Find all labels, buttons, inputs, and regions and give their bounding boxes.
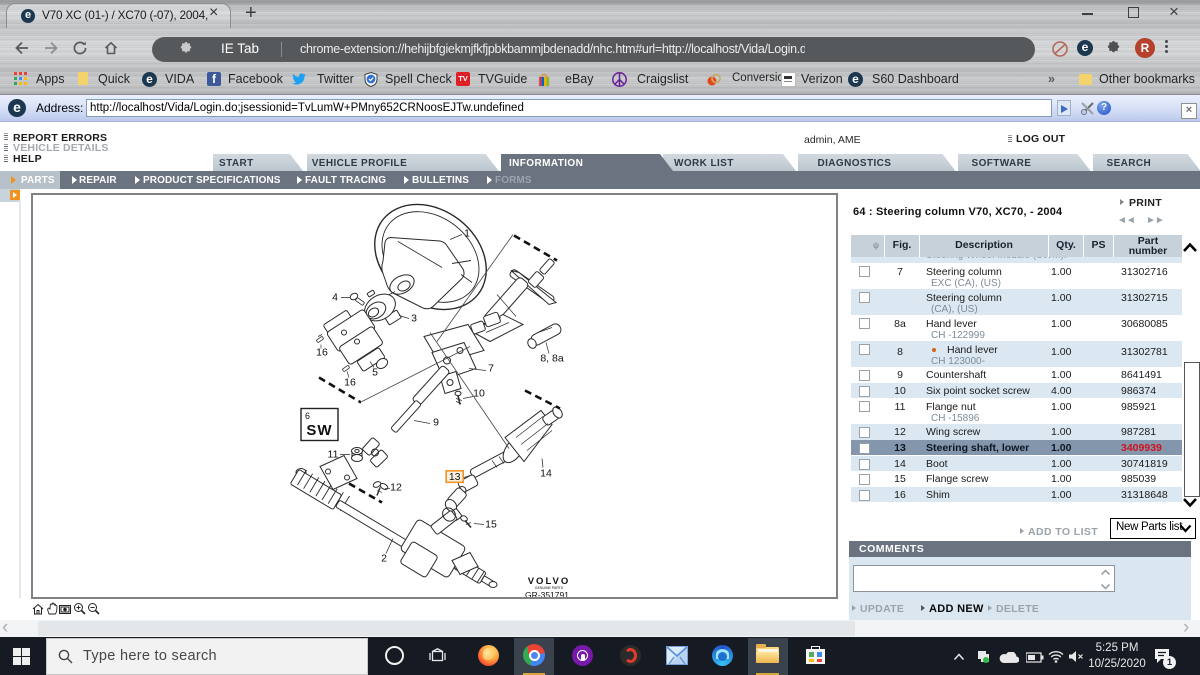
svg-text:6: 6 (305, 411, 310, 421)
svg-text:7: 7 (488, 362, 494, 374)
svg-text:5: 5 (372, 366, 378, 378)
svg-text:14: 14 (540, 467, 552, 479)
svg-text:1: 1 (464, 227, 470, 239)
svg-text:9: 9 (433, 416, 439, 428)
svg-text:10: 10 (473, 387, 485, 399)
svg-text:4: 4 (332, 291, 338, 303)
svg-text:2: 2 (381, 552, 387, 564)
svg-text:8, 8a: 8, 8a (540, 352, 564, 364)
svg-text:15: 15 (485, 518, 497, 530)
svg-text:16: 16 (316, 346, 328, 358)
svg-text:GR-351791: GR-351791 (525, 590, 569, 597)
svg-text:16: 16 (344, 376, 356, 388)
svg-text:12: 12 (390, 481, 402, 493)
svg-text:13: 13 (449, 471, 461, 483)
svg-text:3: 3 (411, 312, 417, 324)
svg-text:SW: SW (306, 422, 332, 439)
